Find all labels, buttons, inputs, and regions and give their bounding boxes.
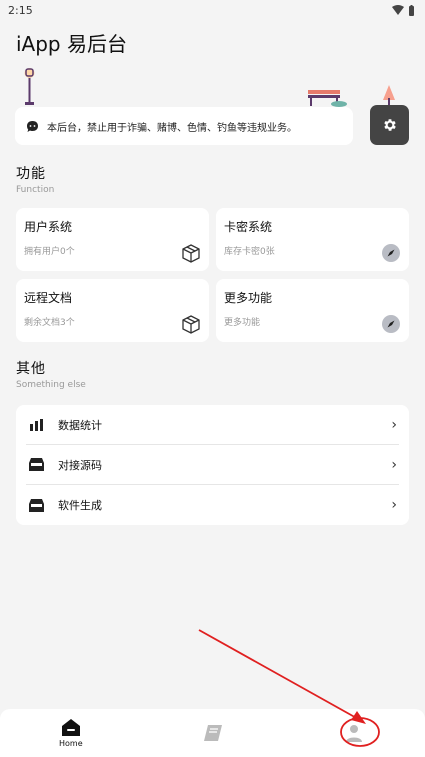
battery-icon — [409, 4, 414, 16]
lamp-illustration — [24, 68, 35, 105]
wifi-icon — [392, 5, 404, 15]
bottom-nav: Home — [0, 709, 425, 757]
card-title: 用户系统 — [24, 220, 73, 234]
list-item-source-code[interactable]: 对接源码 › — [26, 445, 399, 485]
card-system-card[interactable]: 卡密系统 库存卡密0张 — [216, 208, 409, 271]
status-icons — [392, 4, 415, 16]
list-item-label: 对接源码 — [58, 458, 102, 472]
gear-icon — [383, 119, 396, 131]
list-item-label: 数据统计 — [58, 418, 102, 432]
list-item-software-gen[interactable]: 软件生成 › — [26, 485, 399, 525]
section-title: 功能 — [16, 166, 46, 182]
other-list: 数据统计 › 对接源码 › 软件生成 › — [16, 405, 409, 525]
box-icon — [182, 315, 200, 334]
bar-chart-icon — [28, 417, 44, 433]
card-subtitle: 库存卡密0张 — [224, 247, 275, 257]
compass-icon — [382, 244, 400, 262]
section-title: 其他 — [16, 361, 46, 377]
card-subtitle: 拥有用户0个 — [24, 247, 75, 257]
page-title: iApp 易后台 — [16, 32, 127, 56]
card-title: 远程文档 — [24, 291, 73, 305]
bench-illustration — [308, 90, 347, 107]
nav-profile[interactable] — [283, 709, 425, 757]
home-icon — [61, 718, 80, 736]
status-bar: 2:15 — [0, 0, 425, 20]
nav-label: Home — [59, 738, 83, 748]
inbox-icon — [28, 457, 44, 473]
inbox-icon — [28, 497, 44, 513]
chevron-right-icon: › — [391, 416, 397, 433]
box-icon — [182, 244, 200, 263]
chevron-right-icon: › — [391, 456, 397, 473]
function-section-header: 功能 Function — [16, 163, 54, 195]
notice-banner: 本后台，禁止用于诈骗、赌博、色情、钓鱼等违规业务。 — [15, 107, 353, 145]
status-time: 2:15 — [8, 3, 33, 17]
section-subtitle: Something else — [16, 380, 86, 390]
other-section-header: 其他 Something else — [16, 358, 86, 390]
user-system-card[interactable]: 用户系统 拥有用户0个 — [16, 208, 209, 271]
compass-icon — [382, 315, 400, 333]
chevron-right-icon: › — [391, 497, 397, 513]
more-functions-card[interactable]: 更多功能 更多功能 — [216, 279, 409, 342]
notice-text: 本后台，禁止用于诈骗、赌博、色情、钓鱼等违规业务。 — [47, 122, 297, 134]
card-title: 卡密系统 — [224, 220, 273, 234]
book-icon — [203, 725, 222, 741]
chat-bubble-icon — [25, 119, 39, 133]
list-item-label: 软件生成 — [58, 499, 102, 512]
card-subtitle: 剩余文档3个 — [24, 318, 75, 328]
section-subtitle: Function — [16, 185, 55, 195]
list-item-data-stats[interactable]: 数据统计 › — [26, 405, 399, 445]
nav-book[interactable] — [142, 709, 284, 757]
settings-button[interactable] — [370, 105, 409, 145]
remote-docs-card[interactable]: 远程文档 剩余文档3个 — [16, 279, 209, 342]
person-icon — [346, 725, 363, 742]
card-subtitle: 更多功能 — [224, 318, 261, 328]
nav-home[interactable]: Home — [0, 709, 142, 757]
card-title: 更多功能 — [224, 291, 273, 305]
